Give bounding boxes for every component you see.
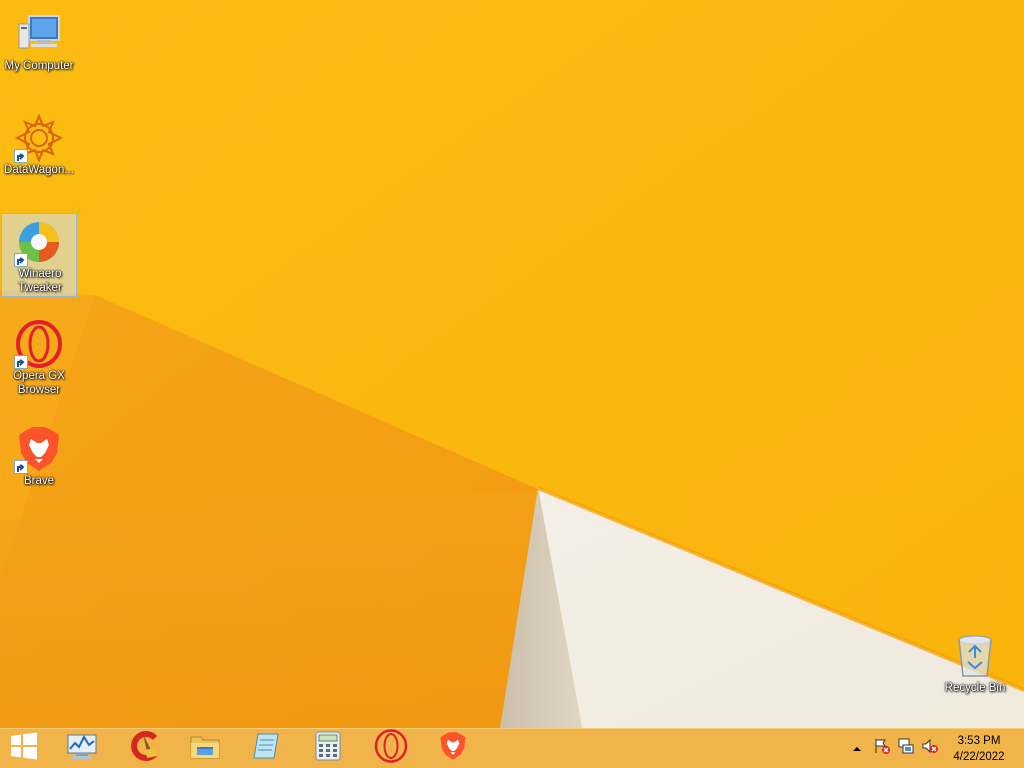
brave-icon: [14, 425, 63, 474]
desktop-icon-label: DataWagon...: [4, 164, 74, 176]
taskbar-clock[interactable]: 3:53 PM 4/22/2022: [944, 733, 1014, 765]
taskbar-calculator[interactable]: [300, 729, 356, 768]
taskbar-performance-monitor[interactable]: [54, 729, 110, 768]
folder-icon: [189, 731, 221, 766]
desktop-icon-opera-gx[interactable]: Opera GX Browser: [1, 316, 77, 397]
shortcut-arrow-icon: [14, 460, 28, 474]
desktop-icon-label: Opera GX Browser: [13, 370, 65, 396]
taskbar-ccleaner[interactable]: [117, 729, 173, 768]
action-center-flag-icon: [873, 737, 891, 760]
start-button[interactable]: [0, 729, 54, 768]
network-icon: [897, 737, 915, 760]
shortcut-arrow-icon: [14, 149, 28, 163]
desktop-icon-recycle-bin[interactable]: Recycle Bin: [937, 628, 1013, 695]
shortcut-arrow-icon: [14, 355, 28, 369]
computer-icon: [15, 10, 63, 58]
desktop-icon-label: Winaero Tweaker: [18, 268, 62, 294]
desktop-icon-label: Brave: [23, 475, 55, 487]
desktop-icon-brave[interactable]: Brave: [1, 421, 77, 488]
show-hidden-icons-button[interactable]: [848, 729, 866, 768]
ccleaner-icon: [129, 730, 161, 767]
desktop-icon-winaero-tweaker[interactable]: Winaero Tweaker: [1, 213, 77, 297]
taskbar-brave[interactable]: [425, 729, 481, 768]
taskbar-notepad[interactable]: [238, 729, 294, 768]
taskbar: 3:53 PM 4/22/2022: [0, 728, 1024, 768]
clock-time: 3:53 PM: [957, 735, 1001, 747]
brave-icon: [438, 730, 468, 767]
volume-muted-icon: [921, 737, 939, 760]
opera-icon: [374, 729, 408, 768]
taskbar-file-explorer[interactable]: [177, 729, 233, 768]
desktop-icon-label: My Computer: [4, 60, 74, 72]
opera-gx-icon: [14, 320, 63, 369]
desktop-icon-label: Recycle Bin: [944, 682, 1006, 694]
tray-action-center[interactable]: [870, 729, 894, 768]
desktop-icon-datawagon[interactable]: DataWagon...: [1, 110, 77, 177]
recycle-bin-icon: [951, 632, 999, 680]
shortcut-arrow-icon: [14, 253, 28, 267]
wallpaper: [0, 0, 1024, 728]
clock-date: 4/22/2022: [953, 751, 1005, 763]
taskbar-opera[interactable]: [363, 729, 419, 768]
notepad-icon: [250, 730, 282, 767]
calculator-icon: [314, 730, 342, 767]
windows-logo-icon: [10, 732, 38, 765]
tray-network[interactable]: [894, 729, 918, 768]
desktop[interactable]: My Computer DataWagon... Winaero Tweaker…: [0, 0, 1024, 728]
desktop-icon-my-computer[interactable]: My Computer: [1, 6, 77, 73]
datawagon-icon: [14, 113, 64, 163]
performance-monitor-icon: [66, 731, 98, 766]
tray-volume[interactable]: [918, 729, 942, 768]
show-hidden-icons-arrow: [852, 740, 862, 758]
winaero-tweaker-icon: [14, 218, 63, 267]
